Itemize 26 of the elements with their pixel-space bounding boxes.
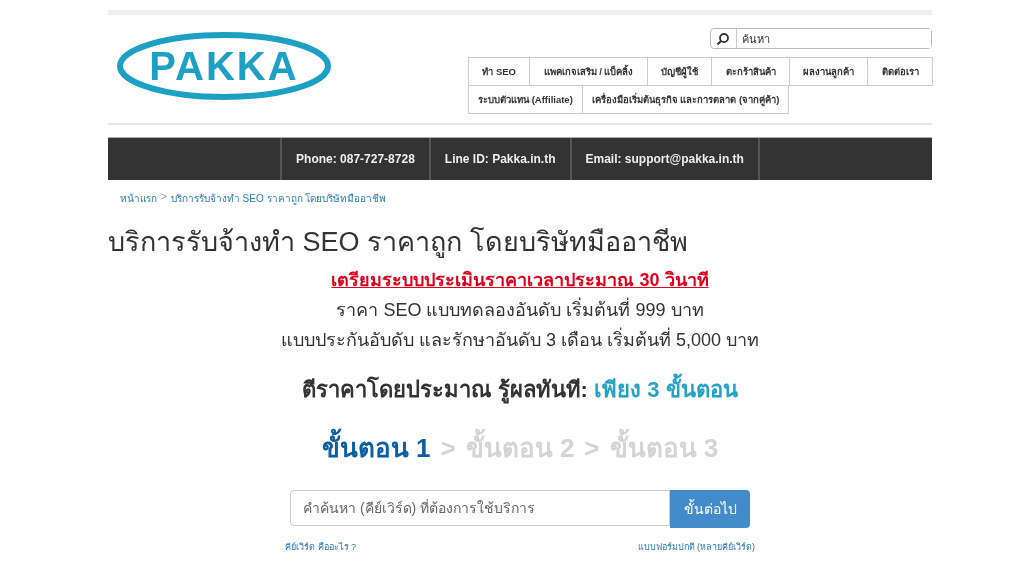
notice-text: เตรียมระบบประเมินราคาเวลาประมาณ 30 วินาที (331, 269, 709, 292)
price-text: แบบประกันอับดับ และรักษาอันดับ 3 เดือน เริ่มต้นที่ 5,000 บาท (280, 325, 760, 354)
nav-link[interactable]: ระบบตัวแทน (Affiliate) (468, 85, 583, 114)
step-separator: > (584, 433, 600, 464)
nav-link[interactable]: ผลงานลูกค้า (788, 57, 869, 86)
step-label: ขั้นตอน 1 (321, 427, 431, 468)
next-button[interactable]: ขั้นต่อไป (670, 490, 750, 528)
contact-item: Line ID: Pakka.in.th (428, 138, 570, 180)
contact-item: Phone: 087-727-8728 (280, 138, 429, 180)
breadcrumb-link[interactable]: บริการรับจ้างทำ SEO ราคาถูก โดยบริษัทมืออาชีพ (170, 191, 387, 206)
nav-link[interactable]: ติดต่อเรา (867, 57, 933, 86)
breadcrumb-separator: > (161, 191, 167, 204)
step-separator: > (440, 433, 456, 464)
logo-text: PAKKA (149, 43, 299, 89)
search-field[interactable]: ค้นหา (710, 28, 932, 49)
nav-link[interactable]: ทำ SEO (468, 57, 531, 86)
nav-link[interactable]: เครื่องมือเริ่มต้นธุรกิจ และการตลาด (จากคู่ค้า) (581, 85, 790, 114)
keyword-input[interactable]: คำค้นหา (คีย์เวิร์ด) ที่ต้องการใช้บริการ (290, 490, 670, 526)
search-icon (716, 31, 730, 46)
contact-item: Email: support@pakka.in.th (569, 138, 760, 180)
price-text: ราคา SEO แบบทดลองอันดับ เริ่มต้นที่ 999 บาท (336, 295, 704, 324)
help-link[interactable]: คีย์เวิร์ด คืออะไร ? (285, 540, 356, 554)
headline-text: ตีราคาโดยประมาณ รู้ผลทันที: เพียง 3 ขั้นตอน (302, 372, 738, 407)
help-link[interactable]: แบบฟอร์มปกติ (หลายคีย์เวิร์ด) (637, 540, 755, 554)
breadcrumb-link[interactable]: หน้าแรก (120, 191, 157, 206)
page-title: บริการรับจ้างทำ SEO ราคาถูก โดยบริษัทมืออาชีพ (108, 226, 689, 260)
